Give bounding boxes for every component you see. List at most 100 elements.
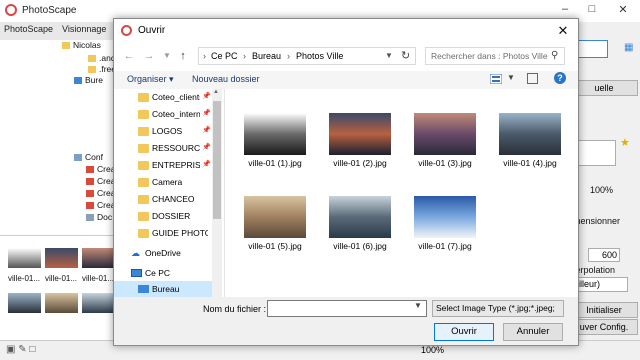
thumbnail[interactable] — [8, 293, 41, 313]
chevron-right-icon: › — [203, 51, 206, 61]
thumbnail[interactable] — [82, 293, 115, 313]
open-button[interactable]: Ouvrir — [434, 323, 494, 341]
folder-icon — [138, 127, 149, 136]
folder-icon — [138, 212, 149, 221]
filename-input[interactable] — [267, 300, 427, 317]
tree-item[interactable]: .and — [88, 53, 116, 63]
organiser-menu[interactable]: Organiser ▾ — [127, 74, 174, 85]
search-icon: ⚲ — [551, 50, 559, 61]
thumbnail[interactable] — [8, 248, 41, 268]
navigation-scrollbar[interactable]: ▲ — [212, 89, 222, 297]
size-input[interactable]: 600 — [588, 248, 620, 262]
breadcrumb-bureau[interactable]: Bureau — [252, 51, 281, 61]
thumbnail-label: ville-01... — [45, 274, 78, 283]
thumbnail[interactable] — [45, 248, 78, 268]
tab-photoscape[interactable]: PhotoScape — [4, 24, 53, 38]
nav-item-onedrive[interactable]: ☁ OneDrive — [114, 245, 212, 262]
preview-pane-icon[interactable] — [527, 73, 538, 84]
file-name: ville-01 (3).jpg — [418, 158, 472, 168]
folder-icon — [138, 144, 149, 153]
file-thumbnail — [329, 113, 391, 155]
scroll-up-icon[interactable]: ▲ — [213, 89, 219, 95]
forward-arrow-icon[interactable]: → — [142, 49, 156, 63]
file-thumbnail — [244, 196, 306, 238]
chevron-down-icon[interactable]: ▼ — [385, 51, 393, 60]
nav-item[interactable]: RESSOURCES📌 — [114, 140, 212, 157]
grid-icon[interactable]: ▦ — [624, 42, 633, 53]
scrollbar-thumb[interactable] — [213, 101, 221, 219]
file-name: ville-01 (6).jpg — [333, 241, 387, 251]
ouvrir-config-button[interactable]: uver Config. — [570, 319, 638, 335]
close-icon[interactable]: ✕ — [614, 3, 632, 19]
desktop-icon — [138, 285, 149, 293]
pin-icon: 📌 — [202, 110, 211, 117]
actuelle-button[interactable]: uelle — [570, 80, 638, 96]
search-input[interactable]: Rechercher dans : Photos Ville ⚲ — [425, 47, 565, 65]
tree-item[interactable]: Conf — [74, 152, 103, 162]
file-tile[interactable]: ville-01 (3).jpg — [407, 113, 489, 185]
nav-item-bureau[interactable]: Bureau — [114, 281, 212, 297]
tree-item[interactable]: Crea — [86, 200, 115, 210]
dialog-title: Ouvrir — [138, 25, 166, 36]
refresh-icon[interactable]: ↻ — [401, 49, 410, 62]
chevron-down-icon[interactable]: ▼ — [507, 73, 515, 82]
tree-item[interactable]: Crea — [86, 188, 115, 198]
nav-item[interactable]: Coteo_internes📌 — [114, 106, 212, 123]
nav-item[interactable]: Coteo_clients 📌 — [114, 89, 212, 106]
address-bar[interactable]: › Ce PC › Bureau › Photos Ville ▼ ↻ — [198, 47, 416, 65]
initialiser-button[interactable]: Initialiser — [570, 302, 638, 318]
help-icon[interactable]: ? — [554, 72, 566, 84]
computer-icon — [131, 269, 142, 277]
tree-item[interactable]: Bure — [74, 75, 103, 85]
file-tile[interactable]: ville-01 (7).jpg — [407, 196, 489, 268]
dialog-footer: Nom du fichier : ▼ Select Image Type (*.… — [114, 297, 578, 345]
tree-item-user[interactable]: Nicolas — [62, 40, 101, 50]
nav-item[interactable]: DOSSIER — [114, 208, 212, 225]
star-icon[interactable]: ★ — [620, 136, 630, 149]
pin-icon: 📌 — [202, 93, 211, 100]
new-folder-button[interactable]: Nouveau dossier — [192, 74, 260, 84]
tree-item[interactable]: .free — [88, 64, 116, 74]
file-tile[interactable]: ville-01 (1).jpg — [237, 113, 319, 185]
nav-item[interactable]: GUIDE PHOTOS — [114, 225, 212, 242]
file-type-select[interactable]: Select Image Type (*.jpg;*.jpeg; — [432, 300, 564, 317]
close-icon[interactable]: ✕ — [554, 22, 572, 40]
file-tile[interactable]: ville-01 (6).jpg — [322, 196, 404, 268]
breadcrumb-photos-ville[interactable]: Photos Ville — [296, 51, 343, 61]
up-arrow-icon[interactable]: ↑ — [176, 49, 190, 63]
tree-item[interactable]: Crea — [86, 164, 115, 174]
open-file-dialog: Ouvrir ✕ ← → ▼ ↑ › Ce PC › Bureau › Phot… — [113, 18, 579, 346]
file-name: ville-01 (5).jpg — [248, 241, 302, 251]
nav-item[interactable]: Camera — [114, 174, 212, 191]
view-icons[interactable]: ▣ ✎ □ — [6, 344, 35, 355]
tree-item[interactable]: Crea — [86, 176, 115, 186]
view-options-icon[interactable] — [490, 74, 502, 84]
recent-dropdown-icon[interactable]: ▼ — [160, 49, 174, 63]
file-tile[interactable]: ville-01 (5).jpg — [237, 196, 319, 268]
tree-item[interactable]: Doc — [86, 212, 112, 222]
file-thumbnail — [499, 113, 561, 155]
dialog-titlebar: Ouvrir ✕ — [114, 19, 578, 43]
folder-icon — [138, 229, 149, 238]
file-tile[interactable]: ville-01 (2).jpg — [322, 113, 404, 185]
tab-visionnage[interactable]: Visionnage — [62, 24, 106, 38]
nav-item-this-pc[interactable]: Ce PC — [114, 265, 212, 282]
field-box[interactable] — [578, 40, 608, 58]
value-box[interactable] — [578, 140, 616, 166]
minimize-icon[interactable]: – — [556, 3, 574, 19]
thumbnail[interactable] — [45, 293, 78, 313]
maximize-icon[interactable]: □ — [583, 3, 601, 19]
thumbnail[interactable] — [82, 248, 115, 268]
cloud-icon: ☁ — [131, 248, 140, 258]
nav-item[interactable]: ENTREPRISES📌 — [114, 157, 212, 174]
nav-item[interactable]: LOGOS 📌 — [114, 123, 212, 140]
file-thumbnail — [414, 196, 476, 238]
back-arrow-icon[interactable]: ← — [122, 49, 136, 63]
nav-item[interactable]: CHANCEO — [114, 191, 212, 208]
pin-icon: 📌 — [202, 144, 211, 151]
file-tile[interactable]: ville-01 (4).jpg — [492, 113, 574, 185]
breadcrumb-ce-pc[interactable]: Ce PC — [211, 51, 238, 61]
navigation-pane: Coteo_clients📌 Coteo_internes📌 LOGOS📌 RE… — [114, 89, 225, 297]
chevron-down-icon[interactable]: ▼ — [414, 301, 422, 310]
cancel-button[interactable]: Annuler — [503, 323, 563, 341]
